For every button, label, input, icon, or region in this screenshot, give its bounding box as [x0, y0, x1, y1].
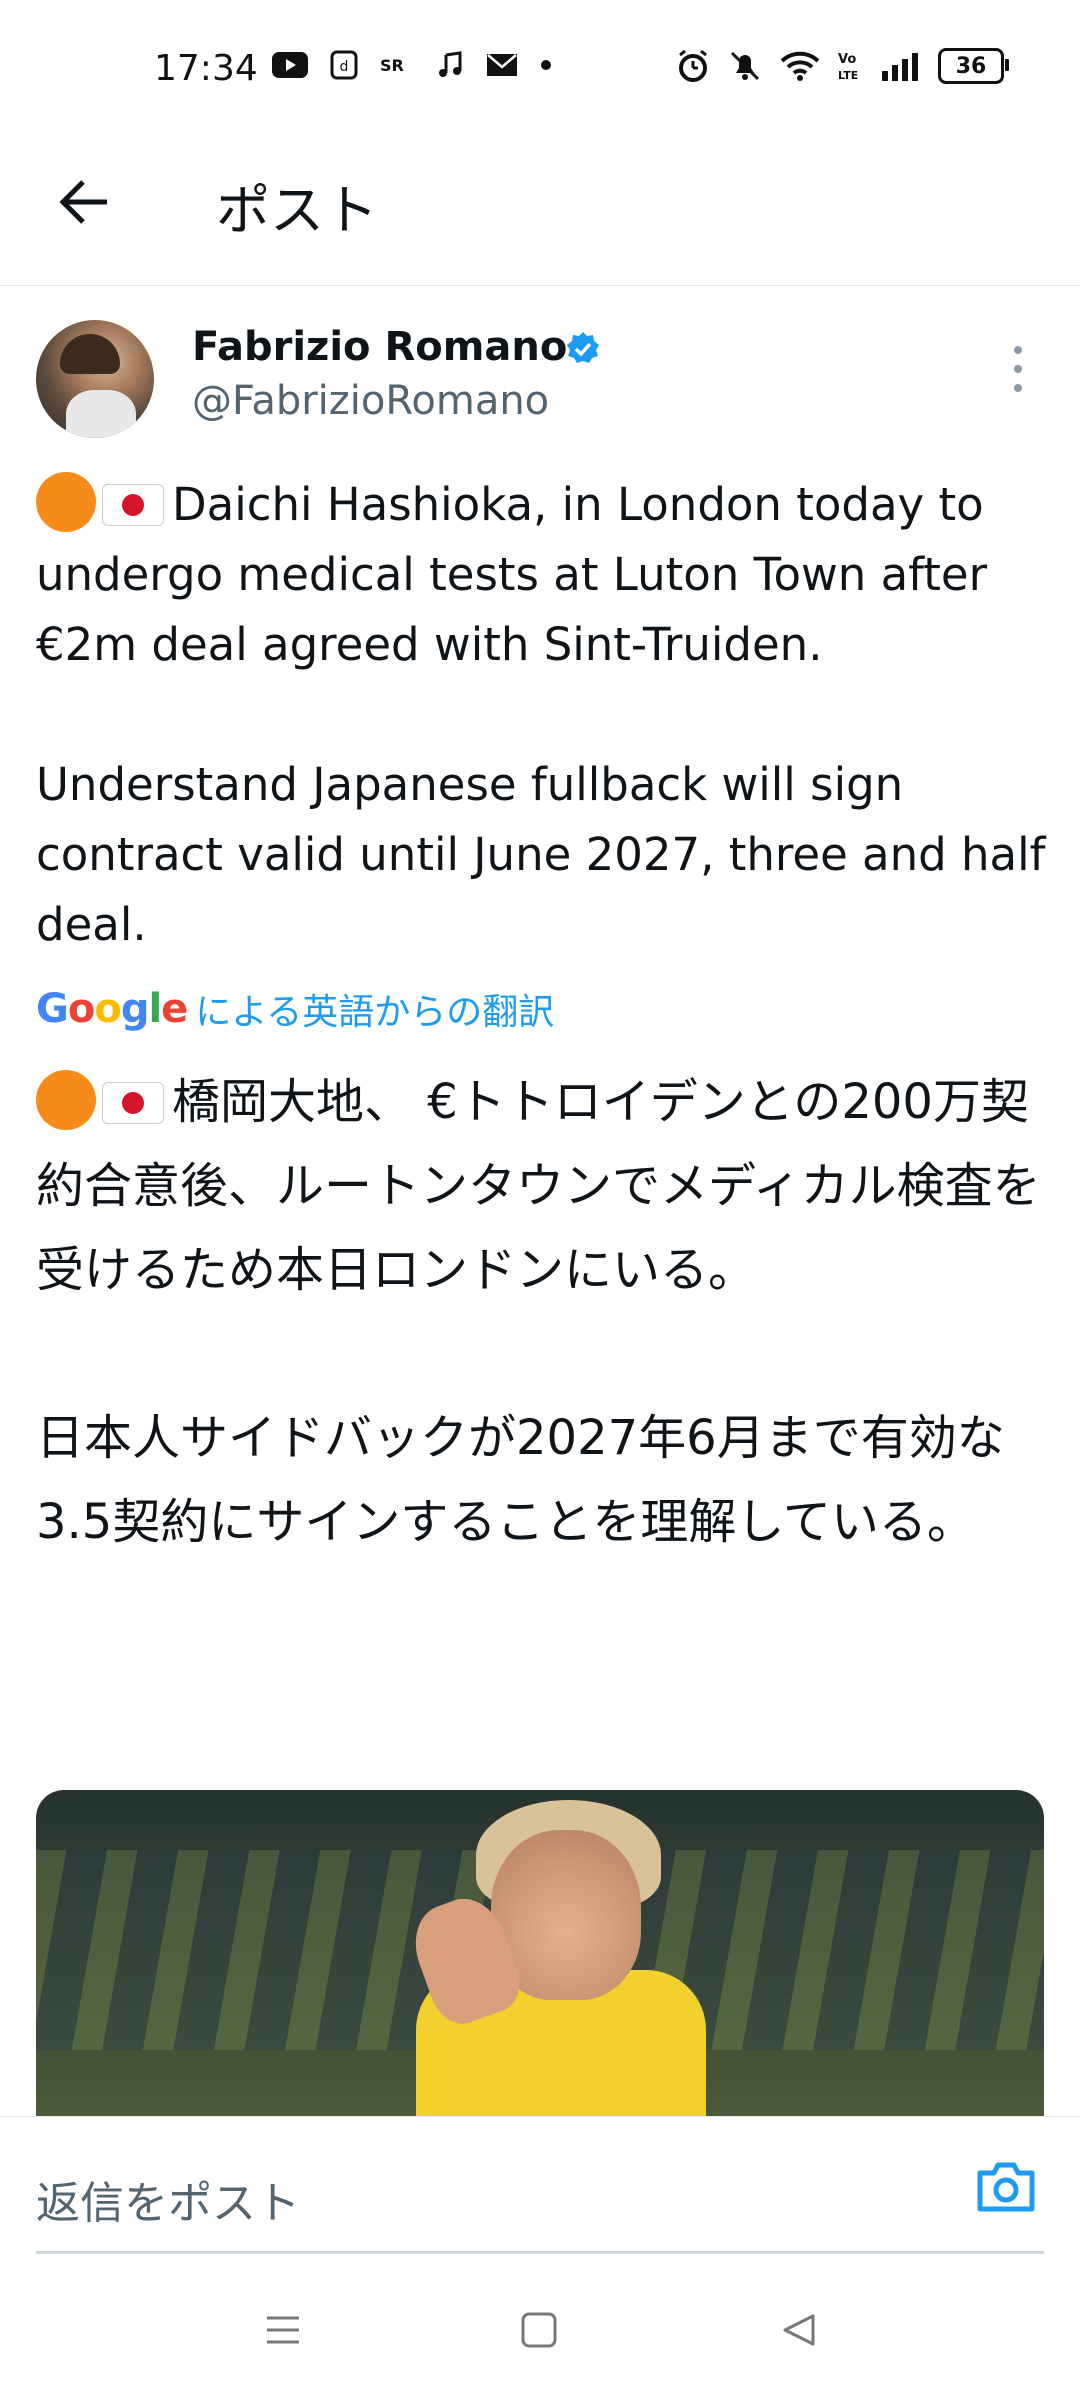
bell-muted-icon — [728, 49, 762, 83]
back-button[interactable] — [52, 170, 116, 234]
arrow-left-icon — [59, 180, 107, 224]
translated-paragraph-1: 橋岡大地、 €トトロイデンとの200万契約合意後、ルートンタウンでメディカル検査… — [36, 1060, 1056, 1312]
signal-icon — [880, 51, 920, 81]
youtube-icon — [272, 52, 308, 78]
back-triangle-icon — [783, 2314, 815, 2346]
mail-icon — [486, 53, 518, 77]
post-text: Daichi Hashioka, in London today to unde… — [36, 470, 1056, 960]
translated-paragraph-2: 日本人サイドバックが2027年6月まで有効な3.5契約にサインすることを理解して… — [36, 1410, 1005, 1550]
google-logo: Google — [36, 986, 188, 1032]
verified-badge-icon — [564, 330, 602, 372]
japan-flag-emoji — [102, 1082, 164, 1124]
svg-text:Vo: Vo — [838, 52, 856, 67]
author-handle[interactable]: @FabrizioRomano — [192, 378, 549, 424]
status-bar: 17:34 d SR Vo LTE 36 — [0, 0, 1080, 140]
reply-bar: 返信をポスト — [0, 2116, 1080, 2255]
post-media-image[interactable] — [36, 1790, 1044, 2116]
orange-circle-emoji — [36, 1070, 96, 1130]
music-note-icon — [438, 51, 464, 79]
post-paragraph-1: Daichi Hashioka, in London today to unde… — [36, 470, 1056, 680]
status-system-icons: Vo LTE 36 — [676, 48, 1009, 84]
post-paragraph-2: Understand Japanese fullback will sign c… — [36, 758, 1046, 951]
translation-label: による英語からの翻訳 — [195, 992, 555, 1033]
orange-circle-emoji — [36, 472, 96, 532]
nav-back-button[interactable] — [774, 2308, 824, 2352]
more-vertical-icon — [1014, 346, 1022, 354]
sports-icon: SR — [380, 54, 416, 76]
reply-input[interactable]: 返信をポスト — [36, 2167, 300, 2231]
nav-home-button[interactable] — [514, 2308, 564, 2352]
dot-icon — [540, 59, 552, 71]
wifi-icon — [780, 51, 820, 81]
camera-icon — [977, 2162, 1035, 2212]
nav-menu-button[interactable] — [258, 2308, 308, 2352]
status-notification-icons: d SR — [272, 50, 552, 80]
svg-text:SR: SR — [380, 56, 404, 75]
post-text-line-1: Daichi Hashioka, in London today to unde… — [36, 478, 988, 671]
docomo-icon: d — [330, 50, 358, 80]
alarm-icon — [676, 49, 710, 83]
translated-text: 橋岡大地、 €トトロイデンとの200万契約合意後、ルートンタウンでメディカル検査… — [36, 1060, 1056, 1564]
system-nav-bar — [0, 2254, 1080, 2400]
more-options-button[interactable] — [1000, 346, 1036, 392]
author-name[interactable]: Fabrizio Romano — [192, 324, 567, 370]
battery-indicator: 36 — [938, 48, 1009, 84]
menu-icon — [267, 2316, 299, 2344]
svg-text:LTE: LTE — [838, 69, 858, 82]
japan-flag-emoji — [102, 484, 164, 526]
avatar[interactable] — [36, 320, 154, 438]
camera-button[interactable] — [976, 2161, 1040, 2217]
page-title: ポスト — [216, 179, 378, 242]
svg-text:d: d — [340, 59, 349, 75]
home-square-icon — [521, 2312, 557, 2348]
status-time: 17:34 — [154, 48, 258, 89]
translated-text-line-1: 橋岡大地、 €トトロイデンとの200万契約合意後、ルートンタウンでメディカル検査… — [36, 1074, 1041, 1298]
top-app-bar: ポスト — [0, 140, 1080, 286]
volte-icon: Vo LTE — [838, 49, 862, 83]
translation-attribution[interactable]: Google による英語からの翻訳 — [36, 984, 554, 1034]
